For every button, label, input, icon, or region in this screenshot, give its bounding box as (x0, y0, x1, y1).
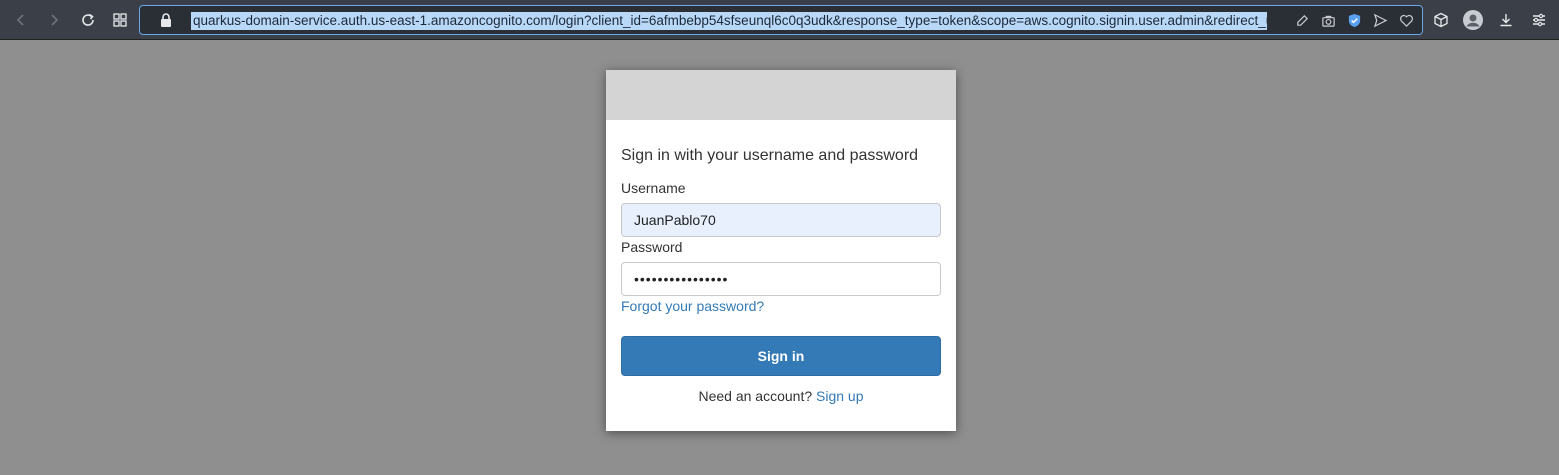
profile-icon[interactable] (1460, 7, 1486, 33)
password-field[interactable] (621, 262, 941, 296)
menu-icon[interactable] (1526, 7, 1552, 33)
need-account-text: Need an account? (698, 388, 813, 404)
forward-icon[interactable] (41, 7, 67, 33)
download-icon[interactable] (1493, 7, 1519, 33)
sign-in-button[interactable]: Sign in (621, 336, 941, 376)
cube-icon[interactable] (1428, 7, 1454, 33)
grid-icon[interactable] (107, 7, 133, 33)
heart-icon[interactable] (1398, 12, 1414, 28)
sign-up-link[interactable]: Sign up (816, 388, 863, 404)
camera-icon[interactable] (1320, 12, 1336, 28)
address-bar[interactable]: quarkus-domain-service.auth.us-east-1.am… (139, 5, 1423, 35)
url-text[interactable]: quarkus-domain-service.auth.us-east-1.am… (191, 12, 1267, 30)
browser-toolbar: quarkus-domain-service.auth.us-east-1.am… (0, 0, 1559, 40)
edit-icon[interactable] (1294, 12, 1310, 28)
forgot-password-link[interactable]: Forgot your password? (621, 298, 764, 314)
lock-icon[interactable] (158, 12, 174, 28)
reload-icon[interactable] (75, 7, 101, 33)
card-banner (606, 70, 956, 120)
login-heading: Sign in with your username and password (621, 147, 919, 164)
login-card: Sign in with your username and password … (606, 70, 956, 431)
username-field[interactable] (621, 203, 941, 237)
send-icon[interactable] (1372, 12, 1388, 28)
need-account-row: Need an account? Sign up (606, 388, 956, 404)
username-label: Username (621, 180, 686, 196)
shield-icon[interactable] (1346, 12, 1362, 28)
password-label: Password (621, 239, 683, 255)
back-icon[interactable] (8, 7, 34, 33)
